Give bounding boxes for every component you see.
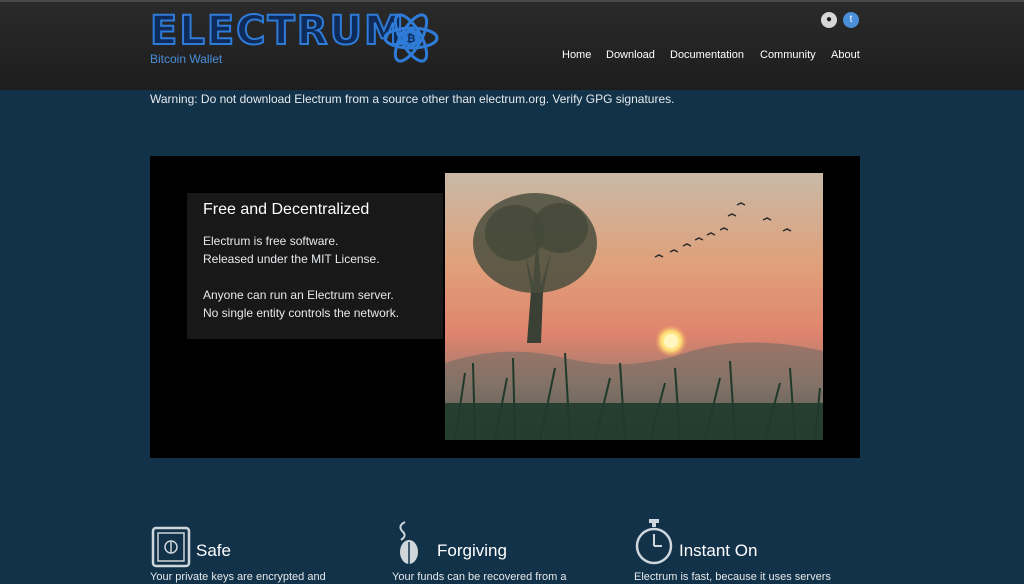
hero-line: No single entity controls the network.: [203, 306, 400, 320]
feature-title-forgiving: Forgiving: [437, 541, 507, 560]
github-icon[interactable]: ●: [821, 12, 837, 28]
nav-download[interactable]: Download: [606, 49, 655, 61]
hero-text-box: Free and Decentralized Electrum is free …: [187, 193, 443, 339]
nav-home[interactable]: Home: [562, 49, 591, 61]
hero-line: Anyone can run an Electrum server.: [203, 288, 394, 302]
stopwatch-icon: [635, 519, 673, 565]
logo-tagline: Bitcoin Wallet: [150, 52, 223, 66]
hero-line: Released under the MIT License.: [203, 252, 380, 266]
site-header: ELECTRUM Bitcoin Wallet ₿ ● t Home Downl…: [0, 0, 1024, 90]
feature-text-instant-on: Electrum is fast, because it uses server…: [634, 571, 831, 583]
hero-title: Free and Decentralized: [203, 201, 370, 218]
twitter-icon[interactable]: t: [843, 12, 859, 28]
sunset-tree-image: [445, 173, 823, 440]
svg-text:₿: ₿: [407, 32, 416, 45]
nav-about[interactable]: About: [831, 49, 860, 61]
nav-documentation[interactable]: Documentation: [670, 49, 744, 61]
feature-title-instant-on: Instant On: [679, 541, 758, 560]
feature-text-safe: Your private keys are encrypted and: [150, 571, 326, 583]
hero-banner: Free and Decentralized Electrum is free …: [150, 156, 860, 458]
feature-title-safe: Safe: [196, 541, 231, 560]
site-logo[interactable]: ELECTRUM: [149, 7, 406, 55]
bitcoin-atom-icon: ₿: [383, 13, 439, 63]
nav-community[interactable]: Community: [760, 49, 816, 61]
download-warning: Warning: Do not download Electrum from a…: [150, 92, 675, 106]
feature-text-forgiving: Your funds can be recovered from a: [392, 571, 567, 583]
hero-line: Electrum is free software.: [203, 234, 339, 248]
seed-icon: [399, 521, 418, 564]
safe-icon: [151, 526, 191, 568]
